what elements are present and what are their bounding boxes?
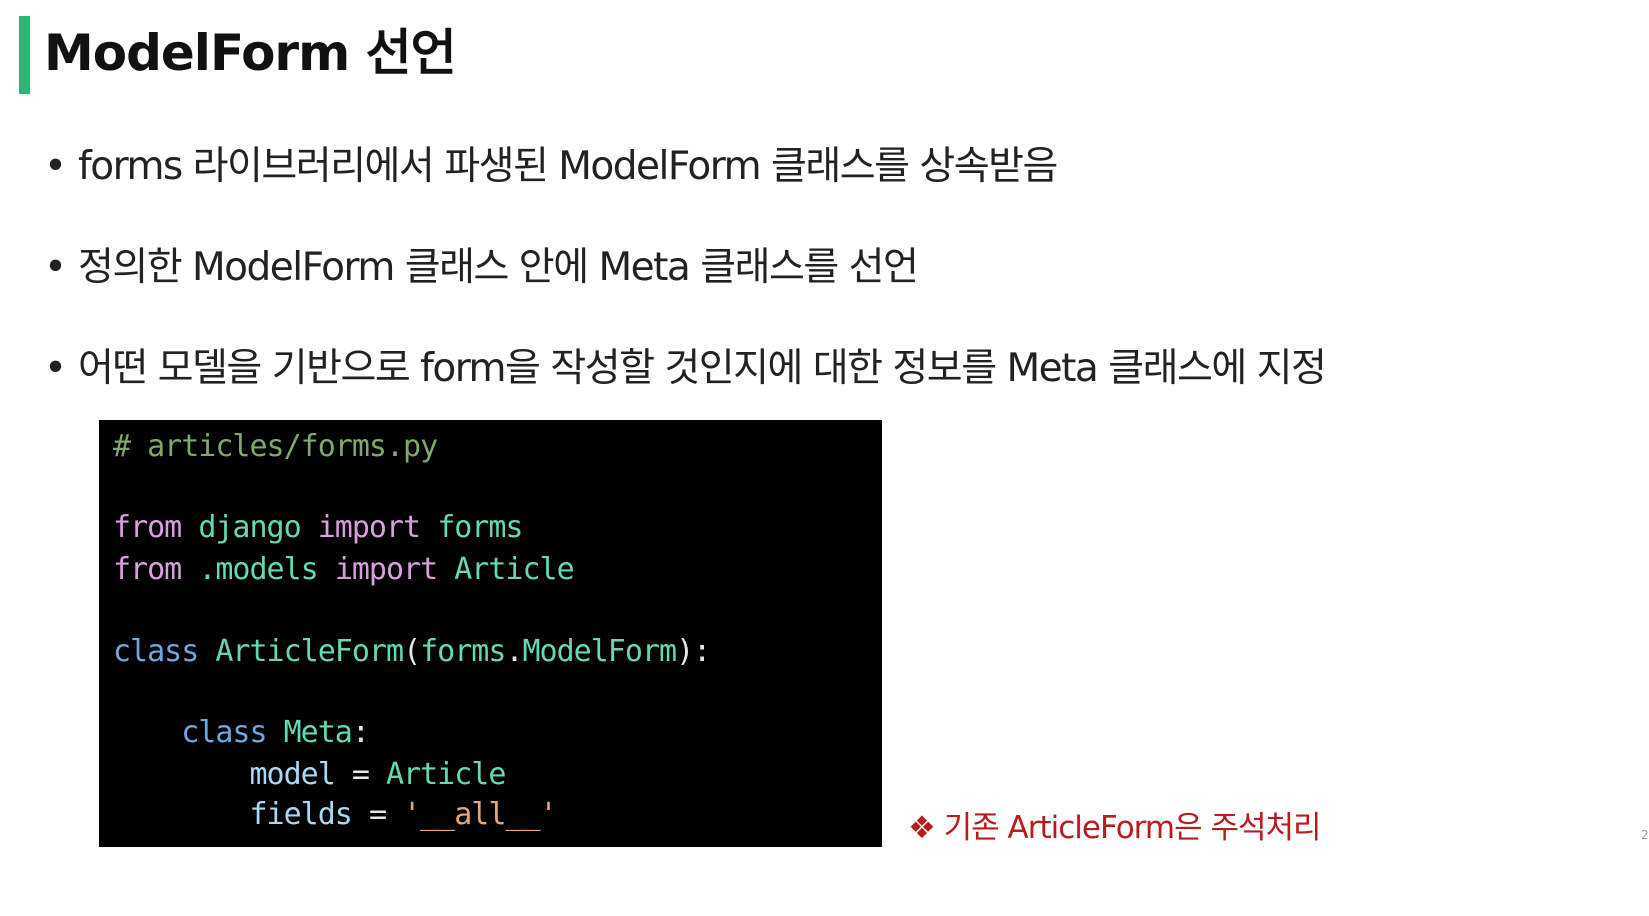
keyword-from: from xyxy=(113,510,182,545)
attribute-name: model xyxy=(249,757,336,792)
attribute-value: Article xyxy=(386,757,506,792)
code-line-import-forms: from django import forms xyxy=(113,510,524,546)
keyword-class: class xyxy=(181,715,267,750)
imported-name: Article xyxy=(454,552,574,587)
page-title: ModelForm 선언 xyxy=(44,24,457,82)
class-name: Meta xyxy=(283,715,353,750)
bullet-item: • 정의한 ModelForm 클래스 안에 Meta 클래스를 선언 xyxy=(44,243,919,293)
attribute-name: fields xyxy=(249,797,353,832)
code-line-class-def: class ArticleForm(forms.ModelForm): xyxy=(113,634,711,670)
module-name: django xyxy=(198,510,301,545)
equals: = xyxy=(351,757,370,792)
code-line-fields: fields = '__all__' xyxy=(113,797,558,833)
bullet-item: • forms 라이브러리에서 파생된 ModelForm 클래스를 상속받음 xyxy=(44,142,1058,192)
base-class: ModelForm xyxy=(522,634,678,669)
string-value: '__all__' xyxy=(403,797,558,832)
bullet-text: 정의한 ModelForm 클래스 안에 Meta 클래스를 선언 xyxy=(78,245,919,290)
code-line-model: model = Article xyxy=(113,757,507,793)
bullet-text: forms 라이브러리에서 파생된 ModelForm 클래스를 상속받음 xyxy=(78,144,1058,189)
base-module: forms xyxy=(420,634,506,669)
keyword-class: class xyxy=(113,634,199,669)
note-text: ❖ 기존 ArticleForm은 주석처리 xyxy=(908,810,1322,846)
imported-name: forms xyxy=(437,510,523,545)
code-line-meta-def: class Meta: xyxy=(113,715,370,751)
bullet-dot: • xyxy=(44,144,67,189)
code-line-import-article: from .models import Article xyxy=(113,552,575,588)
code-line-comment: # articles/forms.py xyxy=(113,429,438,465)
keyword-import: import xyxy=(317,510,421,545)
paren-open: ( xyxy=(403,634,421,669)
code-block: # articles/forms.py from django import f… xyxy=(99,420,882,847)
equals: = xyxy=(368,797,387,832)
page-number: 2 xyxy=(1641,828,1649,842)
bullet-dot: • xyxy=(44,346,67,391)
colon: : xyxy=(351,715,370,750)
module-name: .models xyxy=(198,552,318,587)
paren-close: ): xyxy=(676,634,711,669)
title-accent-bar xyxy=(19,16,30,94)
bullet-dot: • xyxy=(44,245,67,290)
keyword-from: from xyxy=(113,552,182,587)
bullet-text: 어떤 모델을 기반으로 form을 작성할 것인지에 대한 정보를 Meta 클… xyxy=(78,346,1327,391)
keyword-import: import xyxy=(334,552,438,587)
code-comment: # articles/forms.py xyxy=(113,429,438,464)
class-name: ArticleForm xyxy=(215,634,404,669)
bullet-item: • 어떤 모델을 기반으로 form을 작성할 것인지에 대한 정보를 Meta … xyxy=(44,344,1327,394)
dot: . xyxy=(505,634,523,669)
